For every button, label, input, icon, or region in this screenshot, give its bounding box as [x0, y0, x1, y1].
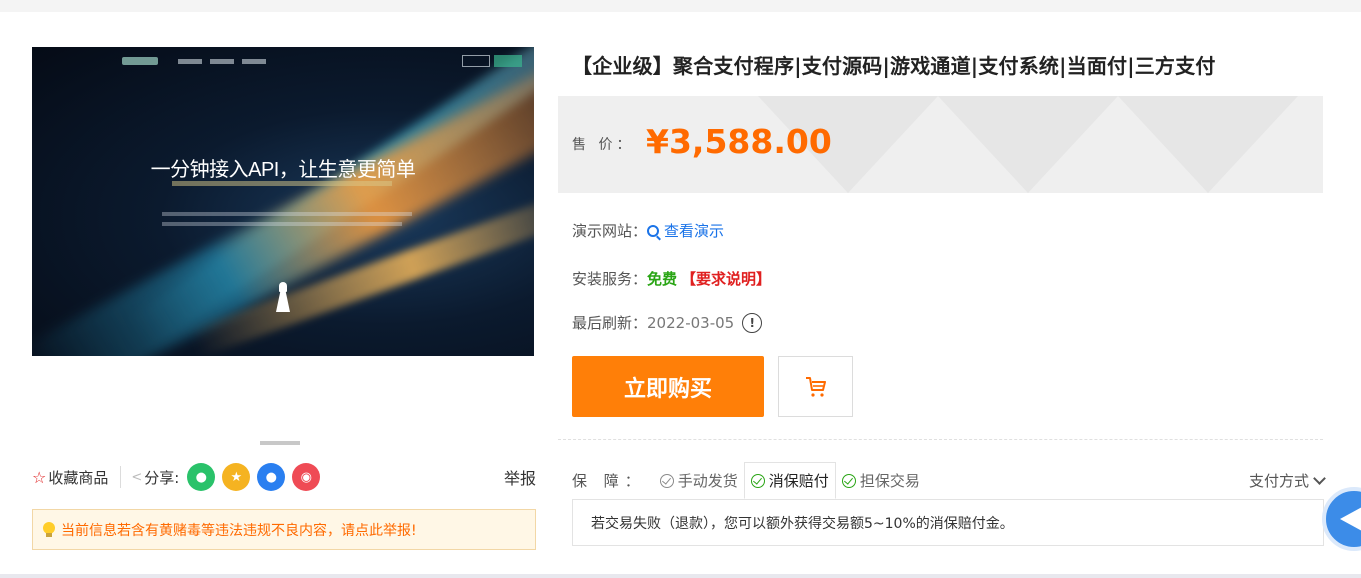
install-label: 安装服务：	[572, 270, 648, 288]
share-row: ☆ 收藏商品 < 分享: ● ★ ● ◉ 举报	[32, 462, 536, 492]
tab-label: 消保赔付	[768, 472, 829, 490]
add-to-cart-button[interactable]	[778, 356, 853, 417]
image-caption	[260, 441, 300, 445]
top-bar	[0, 0, 1361, 12]
image-navbar	[122, 55, 522, 69]
share-icon: <	[131, 469, 143, 485]
image-headline: 一分钟接入API，让生意更简单	[150, 159, 416, 181]
product-title: 【企业级】聚合支付程序|支付源码|游戏通道|支付系统|当面付|三方支付	[572, 54, 1216, 78]
check-circle-icon	[750, 473, 765, 488]
report-link[interactable]: 举报	[504, 465, 536, 489]
image-paragraph	[162, 222, 402, 226]
refresh-row: 最后刷新： 2022-03-05 !	[572, 312, 763, 333]
image-nav-button	[462, 55, 490, 67]
guarantee-label: 保 障：	[572, 472, 646, 490]
chevron-down-icon	[1313, 472, 1326, 485]
warning-text: 当前信息若含有黄赌毒等违法违规不良内容，请点此举报!	[61, 522, 417, 539]
demo-row: 演示网站： 查看演示	[572, 220, 724, 241]
image-nav-item	[210, 59, 234, 64]
check-circle-icon	[841, 473, 856, 488]
divider	[558, 439, 1323, 440]
qq-icon[interactable]: ●	[257, 463, 286, 491]
price-decoration	[938, 96, 1118, 193]
image-nav-item	[178, 59, 202, 64]
tab-consumer-protection[interactable]: 消保赔付	[743, 462, 836, 499]
demo-link[interactable]: 查看演示	[647, 220, 724, 241]
guarantee-description: 若交易失败（退款），您可以额外获得交易额5~10%的消保赔付金。	[572, 499, 1324, 546]
price-label: 售 价：	[572, 137, 635, 153]
lightbulb-icon	[43, 521, 55, 538]
image-logo	[122, 57, 158, 65]
star-icon: ☆	[32, 467, 47, 487]
bottom-bar	[0, 574, 1361, 578]
image-subline	[172, 181, 392, 186]
payment-method-label: 支付方式	[1248, 472, 1309, 490]
price-decoration	[1118, 96, 1298, 193]
tab-manual-delivery[interactable]: 手动发货	[654, 462, 744, 499]
tab-label: 手动发货	[677, 472, 738, 490]
favorite-label: 收藏商品	[48, 468, 109, 487]
tab-label: 担保交易	[859, 472, 920, 490]
product-image[interactable]: 一分钟接入API，让生意更简单	[32, 47, 534, 356]
check-circle-icon	[659, 473, 674, 488]
search-icon	[647, 224, 660, 237]
cart-icon	[805, 376, 826, 397]
install-row: 安装服务： 免费 【要求说明】	[572, 268, 771, 289]
install-value: 免费	[647, 270, 678, 288]
payment-method-dropdown[interactable]: 支付方式	[1248, 470, 1326, 491]
paper-plane-icon	[1340, 507, 1361, 531]
price-box: 售 价： ¥3,588.00	[558, 96, 1323, 193]
refresh-date: 2022-03-05	[647, 313, 735, 332]
floating-action-button[interactable]	[1322, 487, 1361, 551]
buy-now-button[interactable]: 立即购买	[572, 356, 764, 417]
divider	[120, 466, 122, 488]
qzone-icon[interactable]: ★	[222, 463, 251, 491]
share-label: 分享:	[144, 468, 180, 487]
demo-label: 演示网站：	[572, 222, 648, 240]
install-requirements-link[interactable]: 【要求说明】	[681, 268, 771, 289]
report-warning[interactable]: 当前信息若含有黄赌毒等违法违规不良内容，请点此举报!	[32, 509, 536, 550]
weibo-icon[interactable]: ◉	[292, 463, 321, 491]
tab-escrow[interactable]: 担保交易	[836, 462, 926, 499]
favorite-button[interactable]: ☆ 收藏商品	[32, 467, 108, 488]
demo-link-label: 查看演示	[664, 222, 725, 240]
info-icon[interactable]: !	[742, 312, 763, 333]
mouse-icon	[276, 282, 290, 316]
price-value: ¥3,588.00	[646, 122, 832, 161]
refresh-label: 最后刷新：	[572, 314, 648, 332]
wechat-icon[interactable]: ●	[187, 463, 216, 491]
guarantee-row: 保 障： 手动发货 消保赔付 担保交易 支付方式	[572, 462, 1326, 499]
image-paragraph	[162, 212, 412, 216]
image-nav-button	[494, 55, 522, 67]
image-nav-item	[242, 59, 266, 64]
